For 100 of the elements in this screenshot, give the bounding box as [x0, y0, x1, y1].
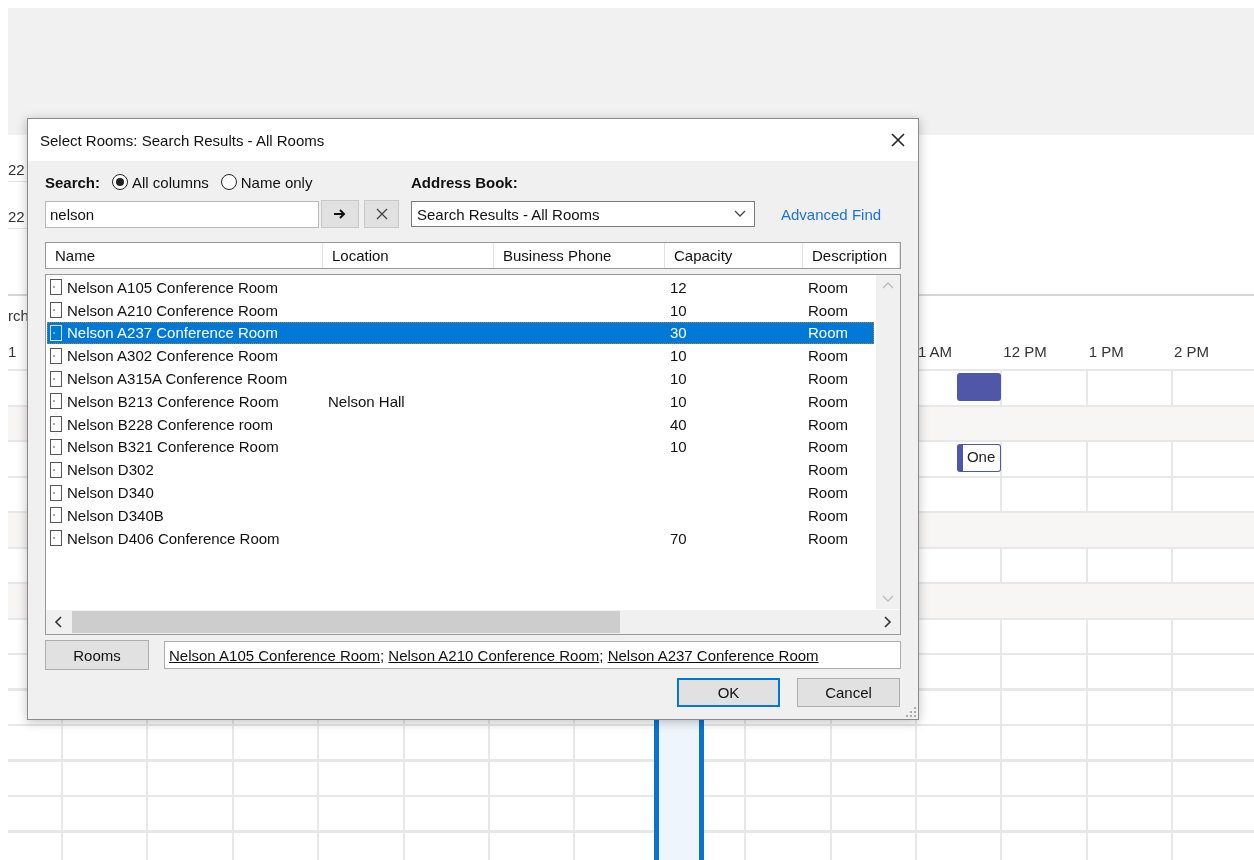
cancel-button[interactable]: Cancel [797, 678, 900, 707]
chevron-right-icon [884, 616, 892, 628]
table-row[interactable]: Nelson A302 Conference Room 10 Room [47, 344, 874, 368]
room-description: Room [808, 278, 848, 296]
busy-event-block[interactable] [956, 372, 1001, 401]
room-name: Nelson A210 Conference Room [67, 301, 278, 319]
ok-button[interactable]: OK [677, 678, 780, 707]
chevron-left-icon [54, 616, 62, 628]
room-name: Nelson A315A Conference Room [67, 370, 288, 388]
search-field[interactable]: nelson [45, 200, 319, 228]
room-name: Nelson B321 Conference Room [67, 438, 279, 456]
room-icon [50, 325, 62, 341]
room-icon [50, 484, 62, 501]
table-row[interactable]: Nelson D340 Room [47, 481, 874, 504]
separator-text: ; [599, 646, 605, 664]
column-header[interactable]: Business Phone [494, 243, 665, 268]
room-capacity: 30 [670, 324, 687, 342]
table-row[interactable]: Nelson A105 Conference Room 12 Room [47, 276, 874, 299]
rooms-button[interactable]: Rooms [45, 640, 149, 670]
room-icon [50, 438, 62, 455]
room-description: Room [808, 484, 848, 502]
room-capacity: 70 [670, 529, 687, 547]
table-row[interactable]: Nelson B213 Conference Room Nelson Hall 10 Room [47, 390, 874, 413]
dialog-title: Select Rooms: Search Results - All Rooms [40, 131, 325, 149]
advanced-find-link[interactable]: Advanced Find [781, 205, 882, 223]
table-row[interactable]: Nelson D302 Room [47, 458, 874, 482]
radio-button[interactable]: Name only [220, 173, 313, 191]
room-description: Room [808, 324, 848, 342]
horizontal-scrollbar[interactable] [46, 610, 900, 634]
room-icon [50, 530, 62, 547]
radio-button[interactable]: All columns [112, 173, 209, 191]
room-description: Room [808, 301, 848, 319]
room-icon [50, 393, 62, 410]
room-icon [50, 279, 62, 296]
column-header[interactable]: Name [46, 243, 323, 268]
room-name: Nelson D302 [67, 461, 154, 479]
address-book-label: Address Book: [411, 173, 518, 191]
room-name: Nelson D340 [67, 484, 154, 502]
row-label: 1 [8, 343, 17, 360]
room-link[interactable]: Nelson A105 Conference Room [169, 646, 380, 664]
close-icon[interactable] [890, 132, 906, 148]
time-label: 1 PM [1087, 343, 1125, 360]
room-icon [50, 461, 62, 478]
room-capacity: 10 [670, 438, 687, 456]
table-row[interactable]: Nelson A237 Conference Room 30 Room [47, 321, 874, 345]
address-book-dropdown[interactable]: Search Results - All Rooms [411, 201, 755, 227]
room-description: Room [808, 415, 848, 433]
room-name: Nelson A237 Conference Room [67, 324, 278, 342]
search-label: Search: [45, 173, 101, 191]
table-row[interactable]: Nelson D406 Conference Room 70 Room [47, 526, 874, 550]
room-description: Room [808, 347, 848, 365]
resize-grip-icon [906, 707, 916, 717]
room-capacity: 12 [670, 278, 687, 296]
column-header[interactable]: Capacity [665, 243, 803, 268]
room-icon [50, 347, 62, 364]
scrollbar-thumb[interactable] [72, 611, 620, 633]
vertical-scrollbar[interactable] [876, 275, 900, 609]
room-icon [50, 416, 62, 433]
room-icon [50, 302, 62, 319]
arrow-icon [333, 208, 347, 220]
event-block[interactable]: One [956, 443, 1001, 472]
room-icon [50, 507, 62, 524]
table-row[interactable]: Nelson B321 Conference Room 10 Room [47, 435, 874, 459]
time-label: 2 PM [1173, 343, 1211, 360]
clear-search-button[interactable] [364, 200, 399, 228]
table-row[interactable]: Nelson A315A Conference Room 10 Room [47, 367, 874, 390]
table-row[interactable]: Nelson D340B Room [47, 503, 874, 527]
close-icon [375, 208, 388, 220]
search-go-button[interactable] [321, 200, 359, 228]
chevron-down-icon [882, 595, 894, 603]
time-label: 12 PM [1002, 343, 1048, 360]
table-row[interactable]: Nelson B228 Conference room 40 Room [47, 412, 874, 436]
room-description: Room [808, 529, 848, 547]
room-capacity: 10 [670, 392, 687, 410]
room-description: Room [808, 370, 848, 388]
room-description: Room [808, 461, 848, 479]
room-name: Nelson D340B [67, 506, 164, 524]
room-link[interactable]: Nelson A237 Conference Room [607, 646, 819, 664]
room-name: Nelson A105 Conference Room [67, 278, 278, 296]
table-row[interactable]: Nelson A210 Conference Room 10 Room [47, 298, 874, 322]
room-capacity: 10 [670, 370, 687, 388]
room-description: Room [808, 438, 848, 456]
column-header[interactable]: Location [323, 243, 494, 268]
room-icon [50, 370, 62, 387]
room-location: Nelson Hall [328, 392, 405, 410]
chevron-up-icon [882, 281, 894, 289]
dropdown-value: Search Results - All Rooms [417, 205, 600, 223]
separator-text: ; [379, 646, 386, 664]
room-name: Nelson A302 Conference Room [67, 347, 278, 365]
room-capacity: 10 [670, 301, 687, 319]
room-name: Nelson B228 Conference room [67, 415, 273, 433]
column-header[interactable]: Description [803, 243, 900, 268]
time-label: 1 AM [916, 343, 954, 360]
room-name: Nelson B213 Conference Room [67, 392, 279, 410]
chevron-down-icon [734, 210, 746, 218]
room-capacity: 40 [670, 415, 687, 433]
room-name: Nelson D406 Conference Room [67, 529, 280, 547]
room-description: Room [808, 506, 848, 524]
room-description: Room [808, 392, 848, 410]
selected-rooms-field[interactable]: Nelson A105 Conference Room; Nelson A210 Conference Room; Nelson A237 Conference Room [164, 641, 901, 669]
